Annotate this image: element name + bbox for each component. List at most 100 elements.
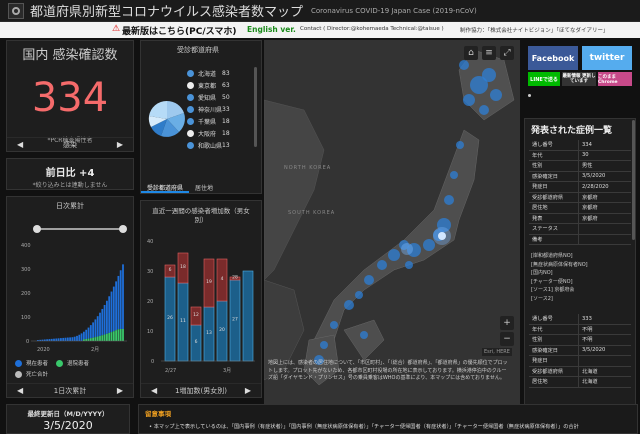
tab-residence[interactable]: 居住地 — [189, 181, 219, 193]
next-arrow-icon[interactable]: ▶ — [117, 386, 123, 395]
cumulative-nav: ◀ 1日次累計 ▶ — [7, 383, 133, 397]
cumulative-nav-label: 1日次累計 — [53, 386, 87, 395]
cumulative-bar — [87, 327, 90, 339]
table-value: 3/5/2020 — [582, 347, 606, 354]
table-key: 年代 — [529, 150, 579, 160]
case-link[interactable]: [無症状病原体保有者NO] — [531, 261, 588, 270]
confirmed-nav-label: 感染 — [63, 140, 77, 149]
list-item[interactable]: 大阪府 18 — [187, 127, 230, 139]
list-item[interactable]: 神奈川県 33 — [187, 103, 230, 115]
cumulative-bar-recovered — [83, 339, 85, 341]
prev-arrow-icon[interactable]: ◀ — [151, 386, 157, 395]
table-row: 発症日 2/28/2020 — [529, 182, 631, 193]
list-item[interactable]: 北海道 83 — [187, 67, 230, 79]
list-item[interactable]: 和歌山県 13 — [187, 139, 230, 151]
table-row: 受診都道府県 京都府 — [529, 192, 631, 203]
table-key: 性別 — [529, 161, 579, 171]
cumulative-bar-recovered — [87, 338, 90, 341]
case-list-scrollbar[interactable] — [632, 120, 635, 240]
case-link[interactable]: [チャーター便NO] — [531, 278, 588, 287]
bullet-dot — [528, 94, 531, 97]
table-value: 30 — [582, 152, 589, 159]
table-row: 居住地 北海道 — [529, 377, 631, 388]
table-row: 通し番号 334 — [529, 140, 631, 151]
map-view[interactable]: NORTH KOREA SOUTH KOREA ⌂ ≡ ⤢ + − Esri, … — [264, 40, 520, 434]
prev-arrow-icon[interactable]: ◀ — [17, 140, 23, 149]
expand-icon[interactable]: ⤢ — [500, 46, 514, 60]
y-tick: 40 — [147, 239, 153, 245]
table-row: 年代 不明 — [529, 324, 631, 335]
home-icon[interactable]: ⌂ — [464, 46, 478, 60]
table-row: 年代 30 — [529, 150, 631, 161]
weekly-bar-label: 4 — [221, 276, 224, 282]
last-updated-date: 3/5/2020 — [43, 419, 93, 432]
latest-info-button[interactable]: 最新情報 更新しています — [562, 72, 596, 86]
table-key: 感染確定日 — [529, 345, 579, 355]
cumulative-bar-recovered — [108, 332, 111, 341]
map-attribution: Esri, HERE — [482, 348, 512, 356]
warning-icon: ⚠ — [112, 24, 121, 34]
table-row: 性別 不明 — [529, 335, 631, 346]
list-item[interactable]: 東京都 63 — [187, 79, 230, 91]
cumulative-bar — [57, 338, 60, 341]
weekly-bar-label: 20 — [219, 327, 225, 333]
cumulative-y-axis: 400 300 200 100 0 — [21, 243, 31, 345]
cumulative-bar — [73, 336, 76, 341]
cumulative-bar — [62, 337, 65, 341]
case-link[interactable]: [ソース1] 京都府会 — [531, 286, 588, 295]
range-slider-end[interactable] — [119, 225, 127, 233]
table-key: 受診都道府県 — [529, 192, 579, 202]
list-item[interactable]: 千葉県 18 — [187, 115, 230, 127]
cumulative-bar — [92, 322, 94, 338]
chrome-button[interactable]: このまま Chrome — [598, 72, 632, 86]
english-version-link[interactable]: English ver. — [247, 25, 296, 34]
table-value: 3/5/2020 — [582, 173, 606, 180]
tab-hospital-prefecture[interactable]: 受診都道府県 — [141, 181, 190, 193]
cumulative-bar — [48, 339, 51, 341]
table-row: 感染確定日 3/5/2020 — [529, 345, 631, 356]
facebook-button[interactable]: Facebook — [528, 46, 578, 70]
zoom-out-button[interactable]: − — [500, 332, 514, 346]
twitter-button[interactable]: twitter — [582, 46, 632, 70]
weekly-bar-label: 27 — [232, 317, 238, 323]
case-link[interactable]: [岸和都道府県NO] — [531, 252, 588, 261]
cumulative-bar — [76, 335, 78, 341]
daily-diff-title: 前日比 +4 — [45, 168, 95, 179]
table-row: 受診都道府県 北海道 — [529, 366, 631, 377]
cumulative-panel: 日次累計 400 300 200 100 0 2020 2月 現在患者 退院患者… — [6, 196, 134, 398]
case-table-1: 通し番号 334 年代 30 性別 男性 感染確定日 3/5/2020 発症日 2/28/2020… — [529, 140, 631, 245]
list-item[interactable]: 愛知県 50 — [187, 91, 230, 103]
weekly-chart: 40 30 20 10 0 26 6 11 18 6 12 13 19 20 4 27 28 2/27… — [147, 239, 255, 374]
last-updated-panel: 最終更新日（M/D/YYYY） 3/5/2020 — [6, 404, 130, 434]
table-value: 333 — [582, 315, 592, 322]
map-label-south-korea: SOUTH KOREA — [288, 210, 336, 216]
last-updated-label: 最終更新日（M/D/YYYY） — [27, 410, 109, 418]
legend-item[interactable]: 死亡合計 — [15, 371, 48, 378]
daily-diff-panel: 前日比 +4 *絞り込みとは連動しません — [6, 158, 134, 190]
producer-credit[interactable]: 制作協力：「株式会社ナイトビジョン」「ほてなダイアリー」 — [460, 26, 609, 34]
range-slider-start[interactable] — [33, 225, 41, 233]
layers-icon[interactable]: ≡ — [482, 46, 496, 60]
table-key: 年代 — [529, 324, 579, 334]
table-key: 通し番号 — [529, 140, 579, 150]
line-share-button[interactable]: LINEで送る — [528, 72, 560, 86]
next-arrow-icon[interactable]: ▶ — [117, 140, 123, 149]
table-key: 発表 — [529, 213, 579, 223]
case-link[interactable]: [国内NO] — [531, 269, 588, 278]
table-key: 受診都道府県 — [529, 366, 579, 376]
legend-item[interactable]: 現在患者 — [15, 359, 48, 367]
contact-text[interactable]: Contact ( Director:@kohemaeda Technical:… — [300, 26, 444, 32]
prev-arrow-icon[interactable]: ◀ — [17, 386, 23, 395]
latest-version-link[interactable]: 最新版はこちら(PC/スマホ) — [122, 24, 236, 37]
cumulative-bar-recovered — [89, 338, 92, 341]
y-tick: 0 — [26, 339, 29, 345]
list-scrollbar[interactable] — [254, 67, 257, 147]
zoom-in-button[interactable]: + — [500, 316, 514, 330]
table-value: 男性 — [582, 163, 593, 170]
legend-item[interactable]: 退院患者 — [56, 359, 89, 367]
table-row: 性別 男性 — [529, 161, 631, 172]
cumulative-bar — [108, 296, 111, 333]
cumulative-bar-recovered — [112, 331, 115, 341]
next-arrow-icon[interactable]: ▶ — [245, 386, 251, 395]
case-link[interactable]: [ソース2] — [531, 295, 588, 304]
